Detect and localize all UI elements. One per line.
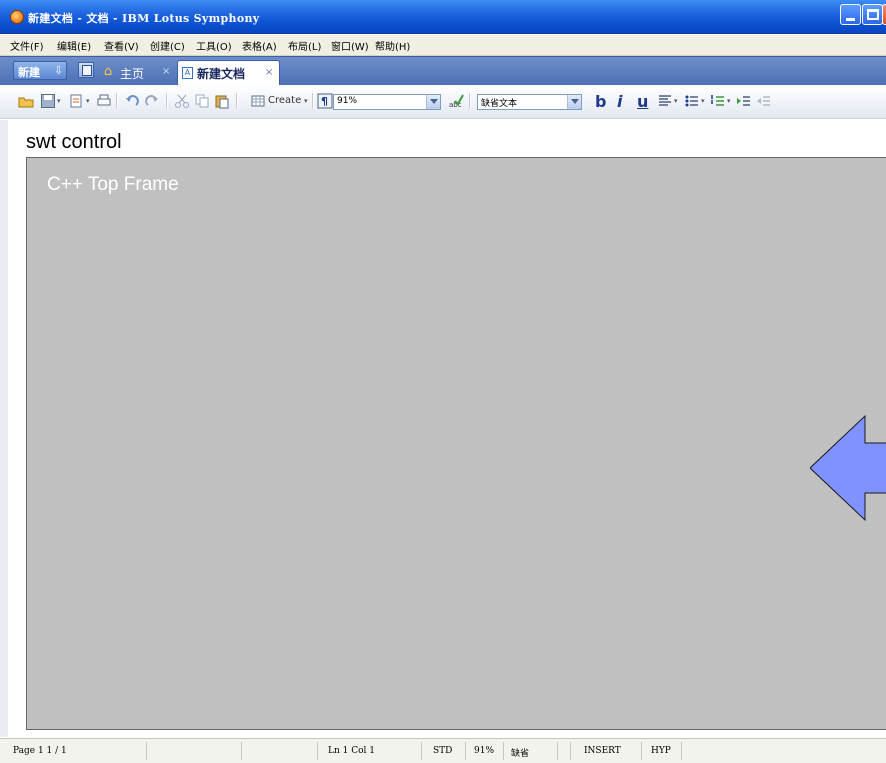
menu-view[interactable]: 查看(V) [104,38,139,53]
redo-icon[interactable] [144,93,160,109]
app-icon [10,10,24,24]
tab-home[interactable]: ⌂ 主页 × [101,60,175,86]
paragraph-style-select[interactable]: 缺省文本 [477,94,582,110]
menu-tools[interactable]: 工具(O) [196,38,232,53]
copy-icon[interactable] [194,93,210,109]
cut-icon[interactable] [174,93,190,109]
new-button[interactable]: 新建 ⇩ [13,61,67,80]
page-icon-button[interactable] [78,62,94,78]
download-arrow-icon: ⇩ [54,64,64,77]
toolbar: ▾ ▾ Create ▾ ¶ 91% abc 缺省文本 b i u ▾ ▾ ▾ [0,85,886,119]
status-insert[interactable]: INSERT [584,746,621,756]
left-arrow-icon [810,414,886,522]
spellcheck-icon[interactable]: abc [448,93,464,109]
cpp-top-frame[interactable]: C++ Top Frame [26,157,886,730]
create-button[interactable]: Create [268,95,301,106]
menu-window[interactable]: 窗口(W) [331,38,369,53]
minimize-icon [846,18,855,21]
align-dropdown-icon[interactable]: ▾ [674,97,678,105]
italic-button[interactable]: i [617,92,622,111]
create-dropdown-icon[interactable]: ▾ [304,97,308,105]
maximize-icon [867,9,879,20]
swt-control-label: swt control [26,131,122,153]
export-dropdown-icon[interactable]: ▾ [86,97,90,105]
bold-button[interactable]: b [595,92,606,111]
status-position: Ln 1 Col 1 [328,746,375,756]
status-bar: Page 1 1 / 1 Ln 1 Col 1 STD 91% 缺省 INSER… [0,738,886,763]
status-page: Page 1 1 / 1 [13,746,67,756]
zoom-dropdown-icon[interactable] [426,95,440,109]
table-icon[interactable] [250,93,266,109]
save-icon[interactable] [40,93,56,109]
document-icon: A [182,67,193,79]
style-dropdown-icon[interactable] [567,95,581,109]
zoom-value: 91% [337,96,358,106]
align-icon[interactable] [657,93,673,109]
tab-document-close-icon[interactable]: × [265,67,273,78]
undo-icon[interactable] [124,93,140,109]
close-button[interactable] [882,4,886,25]
bullet-dropdown-icon[interactable]: ▾ [701,97,705,105]
open-folder-icon[interactable] [18,93,34,109]
menu-layout[interactable]: 布局(L) [288,38,321,53]
minimize-button[interactable] [840,4,861,25]
bullet-list-icon[interactable] [684,93,700,109]
export-icon[interactable] [68,93,84,109]
new-button-label: 新建 [18,66,40,79]
menu-bar: 文件(F) 编辑(E) 查看(V) 创建(C) 工具(O) 表格(A) 布局(L… [0,35,886,56]
paste-icon[interactable] [214,93,230,109]
tab-home-label: 主页 [120,67,145,81]
svg-text:¶: ¶ [321,95,328,108]
paragraph-marks-icon[interactable]: ¶ [317,93,333,109]
status-mode[interactable]: STD [433,746,452,756]
tab-bar: 新建 ⇩ ⌂ 主页 × A 新建文档 × [0,56,886,86]
save-dropdown-icon[interactable]: ▾ [57,97,61,105]
title-bar: 新建文档 - 文档 - IBM Lotus Symphony [0,0,886,34]
tab-document-label: 新建文档 [197,67,246,81]
tab-new-document[interactable]: A 新建文档 × [177,60,280,86]
window-title: 新建文档 - 文档 - IBM Lotus Symphony [28,12,260,25]
frame-title: C++ Top Frame [47,174,179,195]
home-icon: ⌂ [104,64,113,79]
numbered-list-icon[interactable] [710,93,726,109]
maximize-button[interactable] [862,4,883,25]
status-zoom[interactable]: 91% [474,746,494,756]
menu-file[interactable]: 文件(F) [10,38,44,53]
underline-button[interactable]: u [637,92,648,111]
menu-create[interactable]: 创建(C) [150,38,185,53]
print-icon[interactable] [96,93,112,109]
menu-edit[interactable]: 编辑(E) [57,38,91,53]
status-hyp[interactable]: HYP [651,746,671,756]
indent-decrease-icon[interactable] [756,93,772,109]
numbered-dropdown-icon[interactable]: ▾ [727,97,731,105]
zoom-select[interactable]: 91% [333,94,441,110]
indent-increase-icon[interactable] [736,93,752,109]
status-style[interactable]: 缺省 [511,746,529,759]
tab-home-close-icon[interactable]: × [162,66,170,77]
paragraph-style-value: 缺省文本 [481,99,518,109]
menu-table[interactable]: 表格(A) [242,38,277,53]
menu-help[interactable]: 帮助(H) [375,38,410,53]
